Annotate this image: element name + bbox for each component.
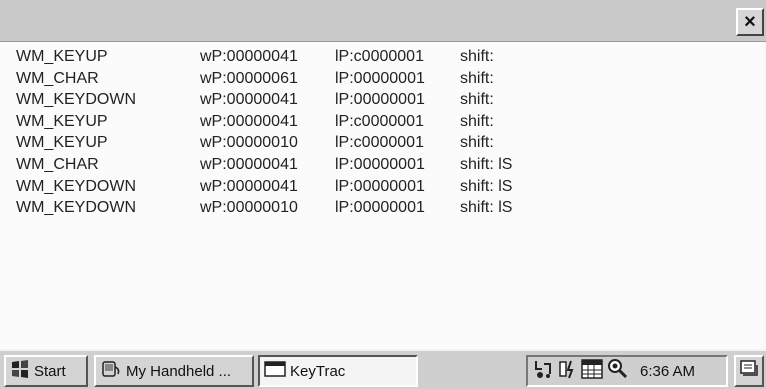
my-handheld-label: My Handheld ... (126, 362, 232, 380)
taskbar: Start My Handheld ... KeyTrac 6:36 AM (0, 349, 766, 389)
log-row: WM_KEYUP wP:00000041 lP:c0000001 shift: (0, 47, 766, 69)
title-bar: × (0, 0, 766, 42)
log-shift: shift: lS (460, 155, 513, 173)
calendar-icon[interactable] (580, 358, 604, 384)
keytrac-button[interactable]: KeyTrac (258, 355, 418, 387)
log-wparam: wP:00000010 (200, 199, 298, 217)
my-handheld-button[interactable]: My Handheld ... (94, 355, 254, 387)
keytrac-label: KeyTrac (290, 362, 346, 380)
message-log: WM_KEYUP wP:00000041 lP:c0000001 shift: … (0, 42, 766, 349)
log-lparam: lP:00000001 (335, 91, 425, 109)
network-icon[interactable] (532, 358, 556, 384)
show-desktop-button[interactable] (734, 355, 764, 387)
log-shift: shift: (460, 69, 494, 87)
log-wparam: wP:00000041 (200, 177, 298, 195)
log-row: WM_KEYDOWN wP:00000041 lP:00000001 shift… (0, 177, 766, 199)
log-lparam: lP:00000001 (335, 199, 425, 217)
log-message: WM_KEYUP (16, 112, 108, 130)
log-wparam: wP:00000041 (200, 112, 298, 130)
log-shift: shift: lS (460, 199, 513, 217)
log-wparam: wP:00000061 (200, 69, 298, 87)
log-shift: shift: lS (460, 177, 513, 195)
magnifier-icon[interactable] (606, 358, 630, 384)
log-message: WM_CHAR (16, 69, 99, 87)
log-lparam: lP:c0000001 (335, 112, 424, 130)
log-wparam: wP:00000041 (200, 48, 298, 65)
log-wparam: wP:00000041 (200, 91, 298, 109)
log-row: WM_KEYDOWN wP:00000010 lP:00000001 shift… (0, 198, 766, 220)
clock[interactable]: 6:36 AM (640, 363, 695, 380)
log-shift: shift: (460, 134, 494, 152)
close-button[interactable]: × (736, 8, 764, 36)
desktop-icon (738, 358, 760, 385)
log-lparam: lP:c0000001 (335, 134, 424, 152)
log-wparam: wP:00000010 (200, 134, 298, 152)
log-wparam: wP:00000041 (200, 155, 298, 173)
log-message: WM_KEYUP (16, 48, 108, 65)
log-shift: shift: (460, 112, 494, 130)
log-lparam: lP:00000001 (335, 69, 425, 87)
log-shift: shift: (460, 48, 494, 65)
power-icon[interactable] (558, 358, 578, 384)
log-shift: shift: (460, 91, 494, 109)
start-button[interactable]: Start (4, 355, 88, 387)
log-row: WM_KEYUP wP:00000041 lP:c0000001 shift: (0, 112, 766, 134)
log-message: WM_KEYDOWN (16, 199, 136, 217)
log-lparam: lP:00000001 (335, 177, 425, 195)
log-message: WM_KEYUP (16, 134, 108, 152)
log-message: WM_KEYDOWN (16, 91, 136, 109)
log-lparam: lP:00000001 (335, 155, 425, 173)
log-row: WM_CHAR wP:00000061 lP:00000001 shift: (0, 69, 766, 91)
windows-flag-icon (10, 359, 30, 383)
system-tray: 6:36 AM (526, 355, 728, 387)
log-row: WM_KEYDOWN wP:00000041 lP:00000001 shift… (0, 90, 766, 112)
log-row: WM_CHAR wP:00000041 lP:00000001 shift: l… (0, 155, 766, 177)
close-icon: × (744, 11, 756, 33)
window-icon (264, 360, 286, 382)
log-lparam: lP:c0000001 (335, 48, 424, 65)
handheld-icon (100, 359, 122, 383)
log-message: WM_CHAR (16, 155, 99, 173)
screen: × WM_KEYUP wP:00000041 lP:c0000001 shift… (0, 0, 766, 389)
start-label: Start (34, 362, 66, 380)
log-row: WM_KEYUP wP:00000010 lP:c0000001 shift: (0, 133, 766, 155)
log-message: WM_KEYDOWN (16, 177, 136, 195)
